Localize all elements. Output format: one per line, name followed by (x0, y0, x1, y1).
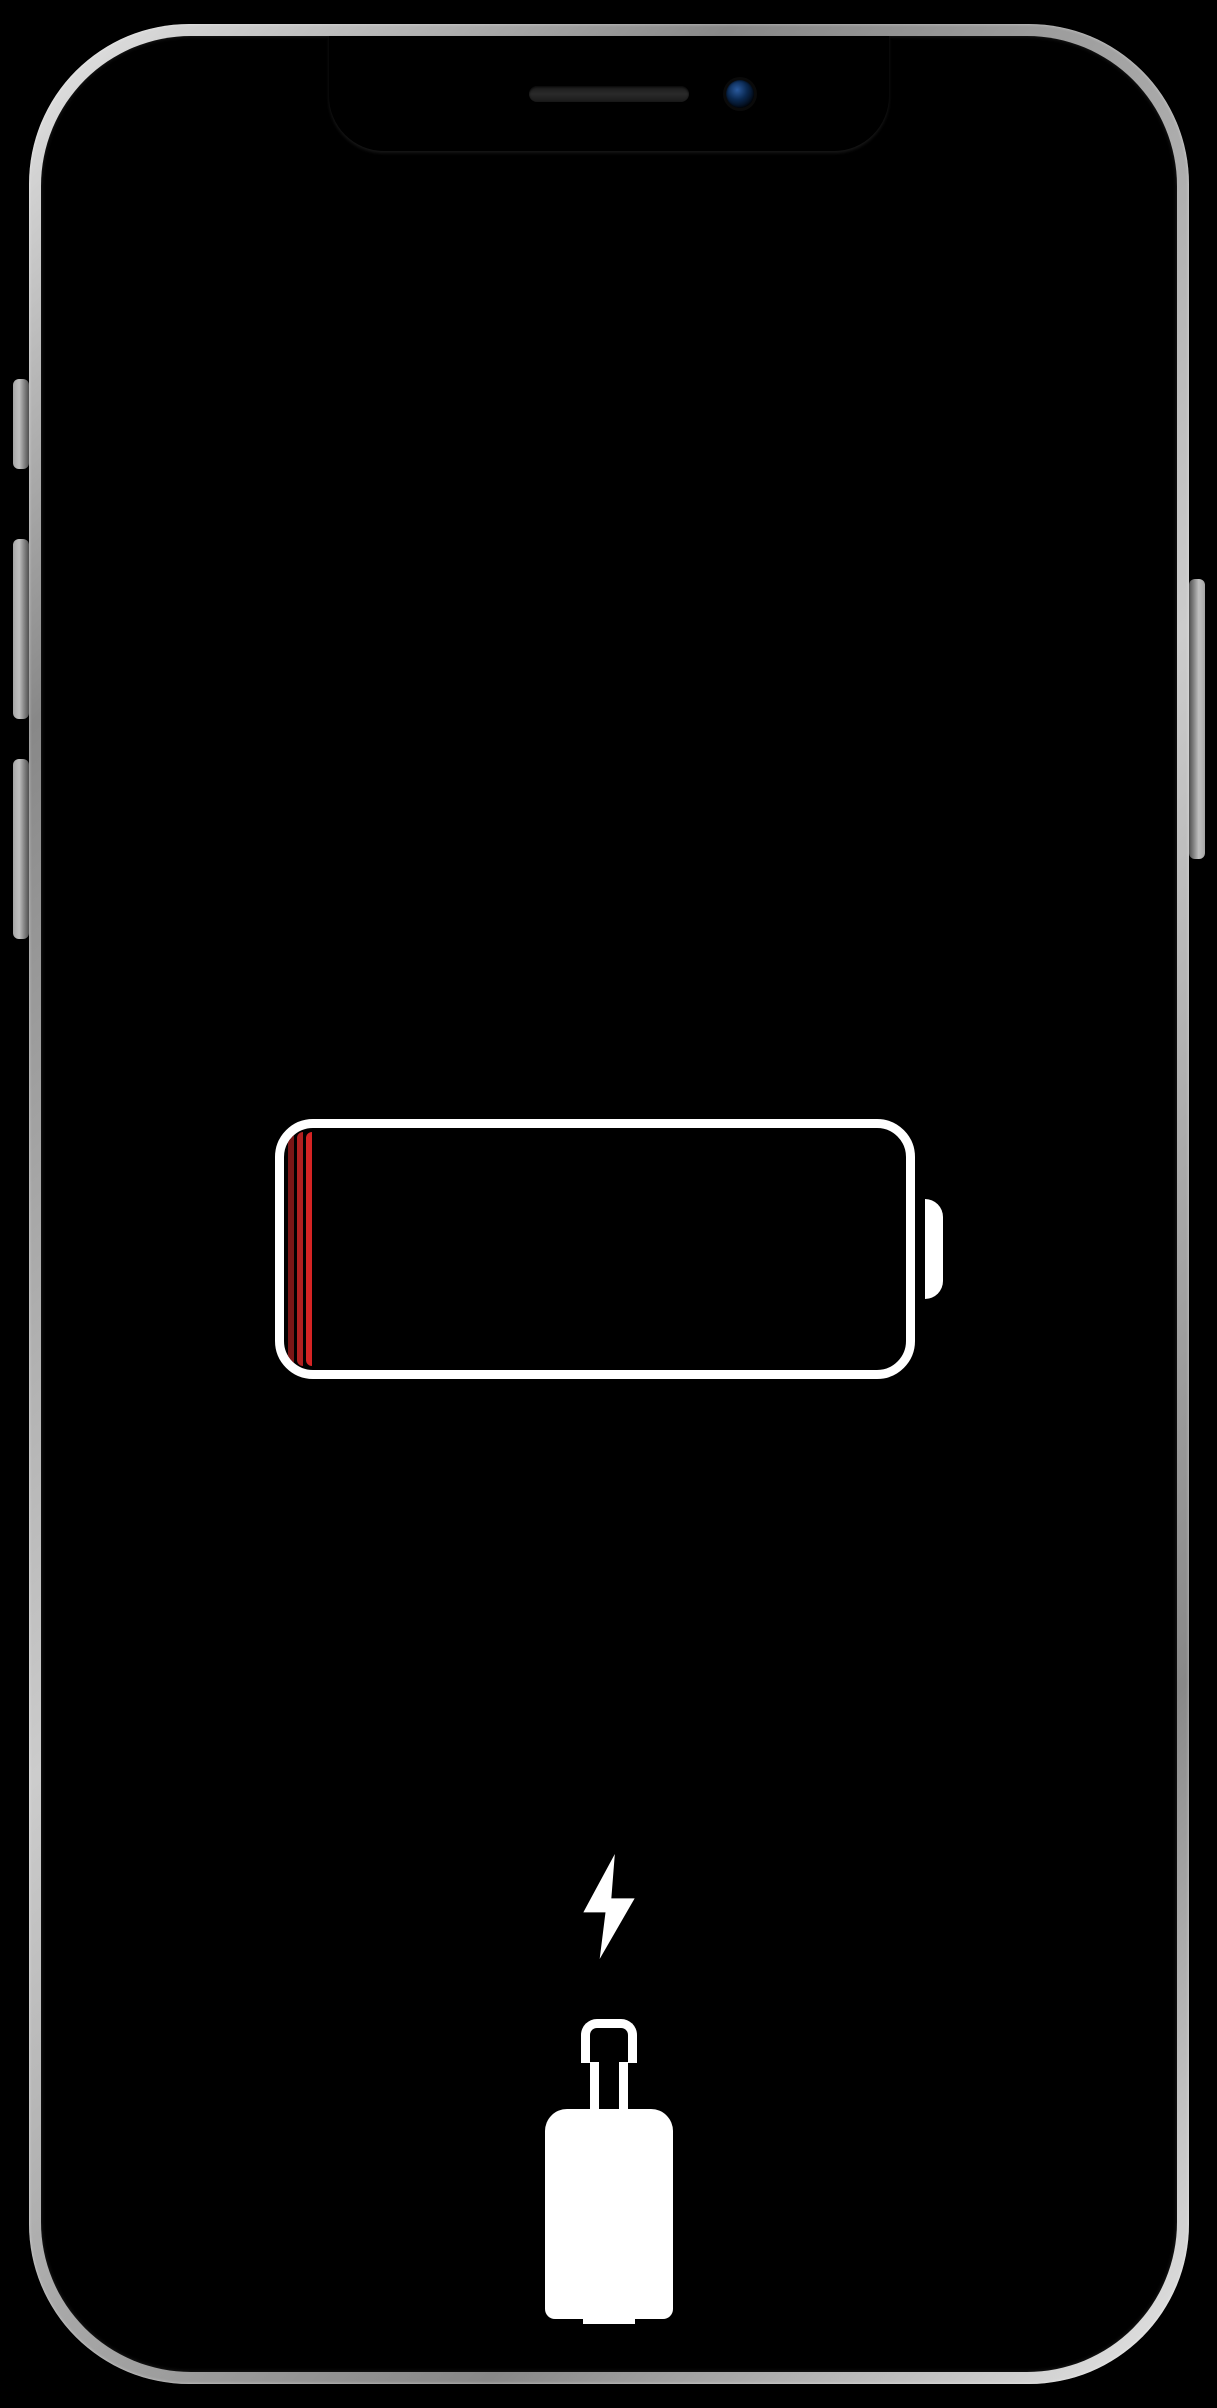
cable-tip (581, 2019, 637, 2063)
cable-wire (583, 2319, 635, 2324)
battery-body (275, 1119, 915, 1379)
cable-connector (545, 2109, 673, 2319)
cable-neck (590, 2062, 628, 2110)
volume-up-button[interactable] (13, 539, 29, 719)
lightning-cable-icon (545, 2019, 673, 2324)
display-notch (329, 36, 889, 151)
battery-empty-icon (275, 1119, 943, 1379)
front-camera (726, 80, 754, 108)
battery-terminal (925, 1199, 943, 1299)
lightning-bolt-icon (573, 1854, 645, 1964)
phone-device-mockup (29, 24, 1189, 2384)
power-button[interactable] (1189, 579, 1205, 859)
connect-charger-indicator (545, 1854, 673, 2324)
device-screen (89, 84, 1129, 2324)
volume-down-button[interactable] (13, 759, 29, 939)
battery-low-level-indicator (288, 1132, 312, 1366)
earpiece-speaker (529, 86, 689, 102)
mute-switch[interactable] (13, 379, 29, 469)
